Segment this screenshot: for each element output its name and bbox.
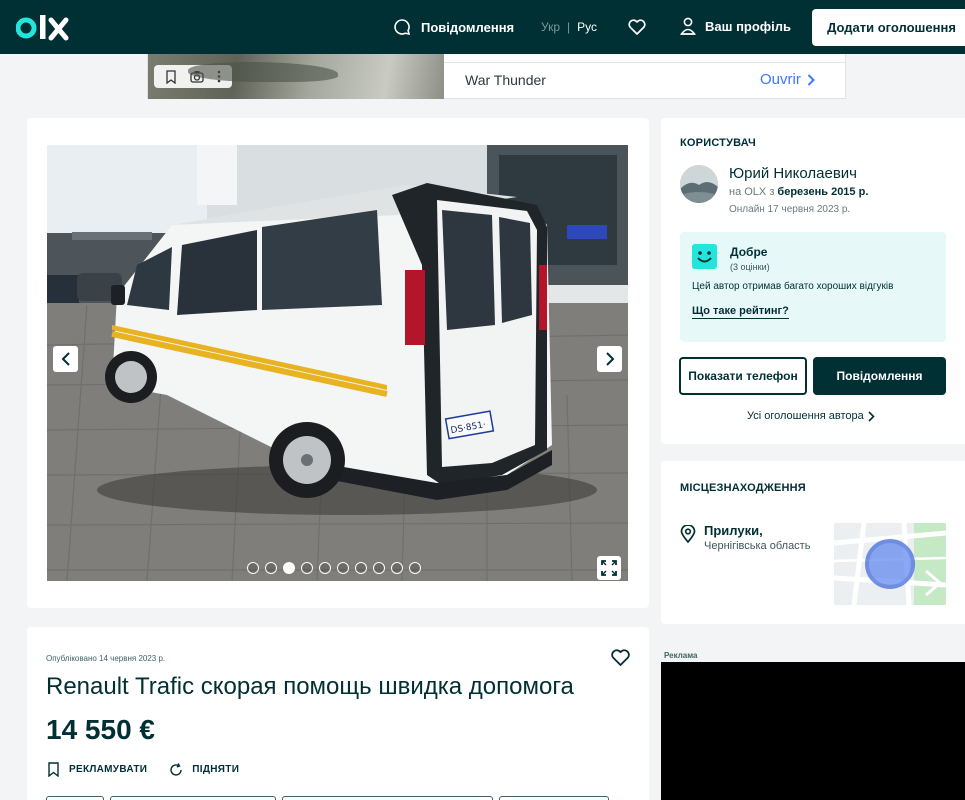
gallery-dot[interactable] [283,562,295,574]
map-thumbnail [834,523,946,605]
top-header: Повідомлення Укр | Рус Ваш профіль Додат… [0,0,965,54]
chevron-right-icon [807,73,815,86]
user-name[interactable]: Юрий Николаевич [729,165,857,182]
van-photo-illustration: DS·851· [47,145,628,581]
chevron-right-icon [868,410,875,422]
user-since-prefix: на OLX з [729,186,775,198]
promote-button[interactable]: РЕКЛАМУВАТИ [47,762,147,777]
gallery-dot[interactable] [301,562,313,574]
refresh-icon [170,762,182,776]
location-region: Чернігівська область [704,540,811,552]
gallery-dots [247,562,421,574]
olx-logo[interactable] [16,12,74,42]
advertisement-label: Реклама [664,651,698,660]
lang-rus[interactable]: Рус [577,20,597,34]
top-ad-title: War Thunder [465,72,546,88]
raise-label: ПІДНЯТИ [192,764,240,775]
gallery-dot[interactable] [373,562,385,574]
promote-label: РЕКЛАМУВАТИ [69,764,148,775]
gallery-dot[interactable] [391,562,403,574]
favorite-heart-icon[interactable] [611,649,630,666]
user-since-date: березень 2015 р. [777,186,869,198]
bookmark-icon [48,762,59,777]
published-date: Опубліковано 14 червня 2023 р. [46,654,166,663]
lang-ukr[interactable]: Укр [541,20,560,34]
top-ad-banner[interactable]: War Thunder Ouvrir [147,54,847,99]
top-ad-image [148,54,444,99]
bookmark-icon[interactable] [165,69,177,84]
gallery-dot[interactable] [319,562,331,574]
messages-label: Повідомлення [421,19,515,35]
gallery-dot[interactable] [337,562,349,574]
chat-bubble-icon [394,19,411,36]
raise-button[interactable]: ПІДНЯТИ [169,762,240,777]
favorites-heart-icon[interactable] [628,19,646,35]
top-ad-divider [444,62,847,63]
ad-tag[interactable] [46,796,104,800]
user-last-online: Онлайн 17 червня 2023 р. [729,204,851,215]
more-vertical-icon[interactable] [217,70,221,83]
profile-label: Ваш профіль [705,18,792,34]
side-advertisement[interactable] [661,662,965,800]
message-button[interactable]: Повідомлення [813,357,946,395]
ad-tag[interactable] [282,796,493,800]
gallery-dot[interactable] [355,562,367,574]
ad-actions: РЕКЛАМУВАТИ ПІДНЯТИ [47,762,239,777]
gallery-prev-button[interactable] [53,346,78,372]
all-ads-label: Усі оголошення автора [747,410,864,422]
avatar[interactable] [680,165,718,203]
post-ad-button[interactable]: Додати оголошення [812,9,965,46]
top-ad-open-button[interactable]: Ouvrir [760,71,815,88]
ad-price: 14 550 € [46,714,155,745]
user-section-title: КОРИСТУВАЧ [680,137,756,149]
all-author-ads-link[interactable]: Усі оголошення автора [747,410,875,422]
ad-tag[interactable] [499,796,609,800]
smile-icon [692,244,717,269]
user-since: на OLX з березень 2015 р. [729,186,868,198]
messages-link[interactable]: Повідомлення [393,18,514,36]
show-phone-button[interactable]: Показати телефон [679,357,807,395]
ad-tags-row [46,796,609,800]
expand-icon [601,560,617,576]
lang-separator: | [567,20,571,34]
location-map[interactable] [834,523,946,605]
rating-count: (3 оцінки) [730,262,770,272]
profile-link[interactable]: Ваш профіль [680,17,791,35]
location-city: Прилуки, [704,523,763,538]
user-icon [680,17,696,35]
chevron-left-icon [61,352,70,366]
rating-description: Цей автор отримав багато хороших відгукі… [692,281,894,292]
camera-icon[interactable] [190,70,204,83]
gallery-next-button[interactable] [597,346,622,372]
listing-photo[interactable]: DS·851· [47,145,628,581]
ad-tag[interactable] [110,796,276,800]
gallery-dot[interactable] [409,562,421,574]
fullscreen-button[interactable] [597,556,621,580]
top-ad-open-label: Ouvrir [760,71,801,88]
chevron-right-icon [605,352,614,366]
map-pin-icon [680,525,696,543]
location-section-title: МІСЦЕЗНАХОДЖЕННЯ [680,482,806,494]
top-ad-toolbar [154,65,232,88]
ad-title: Renault Trafic скорая помощь швидка допо… [46,673,574,700]
gallery-dot[interactable] [265,562,277,574]
language-switcher: Укр | Рус [541,20,597,34]
what-is-rating-link[interactable]: Що таке рейтинг? [692,305,789,319]
gallery-dot[interactable] [247,562,259,574]
avatar-image [680,165,718,203]
rating-title: Добре [730,245,768,259]
